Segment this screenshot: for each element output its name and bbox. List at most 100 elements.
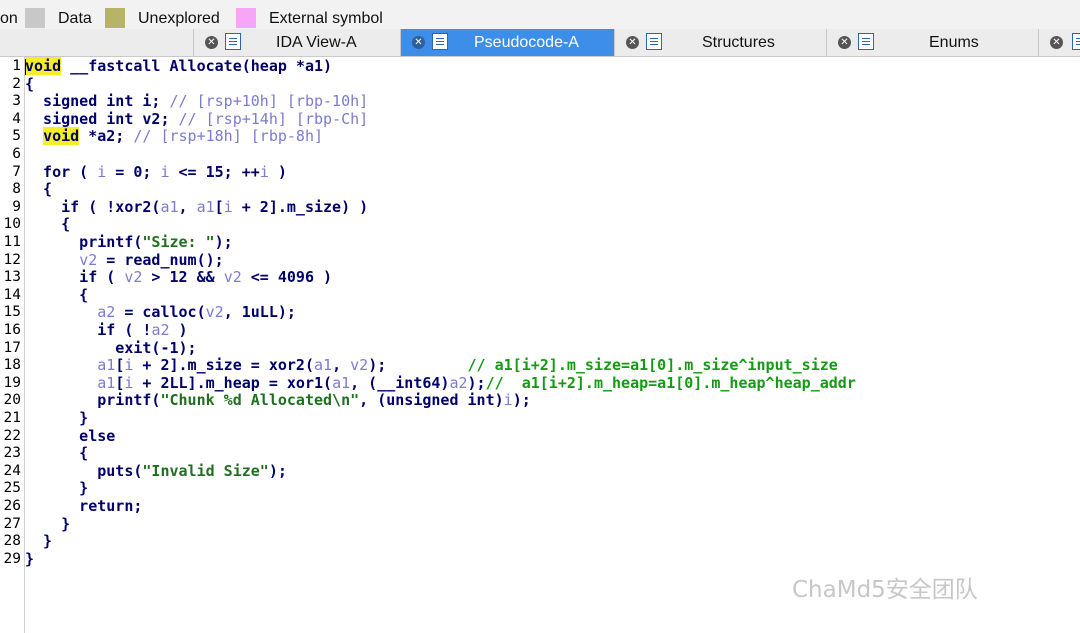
code-token: ,	[332, 356, 351, 375]
tab-partial[interactable]: ✕	[1038, 29, 1080, 56]
close-icon[interactable]: ✕	[412, 36, 425, 49]
code-line[interactable]: {	[25, 285, 89, 305]
code-token: exit(-1);	[25, 338, 197, 357]
code-line[interactable]: a1[i + 2LL].m_heap = xor1(a1, (__int64)a…	[25, 373, 856, 393]
code-token: if (	[25, 268, 125, 287]
code-line[interactable]: signed int i; // [rsp+10h] [rbp-10h]	[25, 92, 369, 111]
code-line[interactable]: {	[25, 216, 70, 234]
tab-structures[interactable]: ✕ Structures	[614, 29, 826, 56]
code-token: if ( !xor2(	[25, 197, 161, 216]
line-number: 20	[3, 392, 21, 409]
code-token: {	[25, 285, 89, 304]
line-number: 11	[3, 234, 21, 250]
code-line[interactable]: if ( !xor2(a1, a1[i + 2].m_size) )	[25, 197, 368, 217]
code-line[interactable]: if ( v2 > 12 && v2 <= 4096 )	[25, 268, 332, 287]
code-line[interactable]: {	[25, 180, 53, 199]
code-token: a1	[160, 197, 179, 216]
code-line[interactable]: }	[25, 532, 53, 551]
close-icon[interactable]: ✕	[205, 36, 218, 49]
code-line[interactable]: {	[25, 75, 34, 94]
code-token: }	[25, 479, 89, 498]
code-line[interactable]: v2 = read_num();	[25, 250, 224, 270]
code-line[interactable]: puts("Invalid Size");	[25, 461, 287, 481]
code-line[interactable]: a2 = calloc(v2, 1uLL);	[25, 304, 296, 322]
tab-enums[interactable]: ✕ Enums	[826, 29, 1038, 56]
line-number: 10	[3, 216, 21, 233]
view-tab-bar: ✕ IDA View-A ✕ Pseudocode-A ✕ Structures…	[0, 29, 1080, 57]
code-token: // [rsp+14h] [rbp-Ch]	[178, 109, 369, 128]
enums-icon	[858, 33, 874, 50]
code-token: "Size: "	[142, 233, 215, 251]
close-icon[interactable]: ✕	[626, 36, 639, 49]
line-number: 26	[3, 498, 21, 514]
code-line[interactable]: }	[25, 550, 34, 569]
code-token: else	[25, 426, 116, 445]
code-token: > 12 &&	[142, 268, 224, 287]
tab-label: Enums	[929, 34, 979, 51]
code-token: v2	[124, 268, 143, 287]
legend-label-external-symbol: External symbol	[269, 10, 383, 27]
code-token: + 2LL].m_heap = xor1(	[133, 373, 333, 392]
code-token: // a1[i+2].m_heap=a1[0].m_heap^heap_addr	[485, 373, 856, 392]
pseudocode-icon	[432, 33, 448, 50]
code-token: )	[268, 162, 287, 181]
code-token: {	[25, 180, 53, 199]
line-number-gutter: 1 2 3 4 5 6 7 8 9 10 11 12 13 14 15 16 17 18 19 20 21 22 23 24 2…	[0, 57, 25, 633]
pseudocode-view[interactable]: 1 2 3 4 5 6 7 8 9 10 11 12 13 14 15 16 17 18 19 20 21 22 23 24 2…	[0, 57, 1080, 633]
line-number: 18	[3, 357, 21, 374]
line-number: 3	[12, 93, 21, 110]
code-token: // [rsp+10h] [rbp-10h]	[169, 92, 369, 111]
code-token: {	[25, 444, 89, 463]
code-token: a1	[332, 373, 351, 392]
tab-pseudocode-a[interactable]: ✕ Pseudocode-A	[400, 29, 614, 56]
code-token: a1	[196, 197, 215, 216]
code-token: signed int i;	[25, 92, 170, 111]
line-number: 28	[3, 533, 21, 550]
code-line[interactable]: }	[25, 480, 88, 498]
line-number: 7	[12, 163, 21, 180]
line-number: 23	[3, 445, 21, 462]
code-line[interactable]: else	[25, 426, 116, 446]
code-line[interactable]: if ( !a2 )	[25, 321, 187, 340]
close-icon[interactable]: ✕	[1050, 36, 1063, 49]
code-token: + 2].m_size = xor2(	[133, 356, 314, 375]
code-token: printf(	[25, 233, 143, 251]
line-number: 5	[12, 128, 21, 145]
code-token: signed int v2;	[25, 109, 179, 128]
external-symbol-color-swatch	[236, 8, 256, 28]
code-token: = 0;	[106, 162, 161, 181]
code-line[interactable]: printf("Size: ");	[25, 233, 233, 252]
code-line[interactable]: printf("Chunk %d Allocated\n", (unsigned…	[25, 392, 531, 410]
code-token: "Chunk %d Allocated\n"	[160, 391, 360, 410]
code-token: ,	[178, 197, 197, 216]
line-number: 16	[3, 322, 21, 338]
line-number: 15	[3, 304, 21, 321]
code-line[interactable]: signed int v2; // [rsp+14h] [rbp-Ch]	[25, 109, 369, 129]
code-line[interactable]: void *a2; // [rsp+18h] [rbp-8h]	[25, 127, 323, 146]
code-line[interactable]: void __fastcall Allocate(heap *a1)	[25, 57, 333, 76]
code-line[interactable]: a1[i + 2].m_size = xor2(a1, v2); // a1[i…	[25, 356, 838, 375]
code-line[interactable]: for ( i = 0; i <= 15; ++i )	[25, 162, 287, 182]
code-token: }	[25, 532, 53, 551]
line-number: 2	[12, 75, 21, 92]
data-color-swatch	[25, 8, 45, 28]
code-token: );	[512, 391, 531, 410]
line-number: 22	[3, 427, 21, 444]
code-line[interactable]: return;	[25, 497, 142, 516]
code-token: );	[268, 461, 287, 480]
code-token: , 1uLL);	[223, 303, 296, 322]
code-token: void	[43, 127, 80, 146]
code-token: );	[368, 356, 468, 375]
code-token: = read_num();	[97, 250, 224, 269]
legend-label-partial: on	[0, 10, 18, 27]
close-icon[interactable]: ✕	[838, 36, 851, 49]
listing-icon	[225, 33, 241, 50]
tab-ida-view-a[interactable]: ✕ IDA View-A	[193, 29, 400, 56]
code-line[interactable]: }	[25, 409, 88, 428]
code-line[interactable]: }	[25, 515, 70, 534]
code-line[interactable]: {	[25, 444, 89, 463]
code-line[interactable]: exit(-1);	[25, 338, 197, 358]
code-token: __fastcall Allocate(heap *a1)	[61, 57, 333, 75]
line-number: 21	[3, 410, 21, 426]
